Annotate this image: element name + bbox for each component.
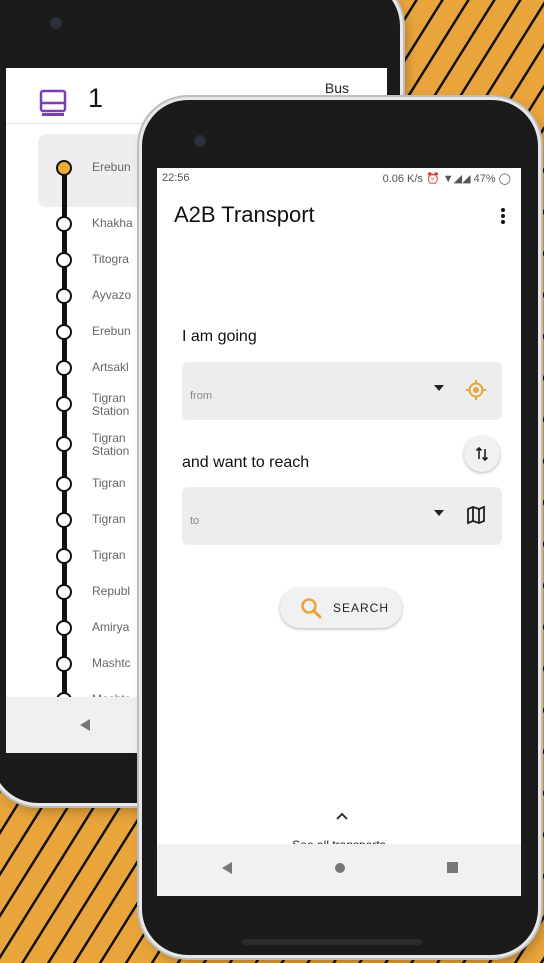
swap-button[interactable] [464, 436, 500, 472]
swap-vert-icon [475, 446, 489, 462]
search-label: SEARCH [333, 601, 390, 615]
route-number: 1 [88, 83, 104, 113]
status-time: 22:56 [162, 172, 190, 184]
search-button[interactable]: SEARCH [280, 588, 402, 628]
back-triangle-icon[interactable] [222, 862, 232, 874]
route-type-label: Bus [324, 80, 349, 96]
stop-dot [56, 620, 72, 636]
to-label: and want to reach [182, 454, 310, 471]
status-indicators: 0.06 K/s ⏰ ▼◢◢ 47% ◯ [382, 173, 511, 185]
map-icon[interactable] [464, 503, 488, 527]
to-placeholder: to [190, 515, 200, 527]
stop-dot [56, 396, 72, 412]
stop-dot [56, 548, 72, 564]
stop-dot [56, 288, 72, 304]
recents-square-icon[interactable] [447, 862, 458, 873]
navigation-bar [157, 844, 521, 896]
from-field[interactable]: from [182, 362, 502, 420]
stop-dot [56, 252, 72, 268]
to-field[interactable]: to [182, 487, 502, 545]
app-title: A2B Transport [174, 202, 315, 227]
dropdown-arrow-icon[interactable] [434, 385, 444, 393]
stop-dot [56, 160, 72, 176]
stop-dot [56, 436, 72, 452]
home-circle-icon[interactable] [334, 862, 346, 874]
chevron-up-icon[interactable] [335, 811, 349, 821]
dropdown-arrow-icon[interactable] [434, 510, 444, 518]
from-placeholder: from [190, 390, 212, 402]
stop-dot [56, 360, 72, 376]
bus-icon [39, 89, 67, 116]
stop-dot [56, 656, 72, 672]
search-screen: 22:56 0.06 K/s ⏰ ▼◢◢ 47% ◯ A2B Transport… [157, 168, 521, 896]
front-camera [194, 135, 206, 147]
stop-dot [56, 324, 72, 340]
front-camera [50, 17, 62, 29]
my-location-icon[interactable] [464, 378, 488, 402]
search-icon [301, 598, 322, 619]
front-phone: 22:56 0.06 K/s ⏰ ▼◢◢ 47% ◯ A2B Transport… [142, 100, 538, 955]
stop-dot [56, 512, 72, 528]
stop-dot [56, 216, 72, 232]
more-vert-icon[interactable] [493, 206, 513, 226]
from-label: I am going [182, 328, 257, 345]
bottom-speaker [242, 939, 422, 945]
status-bar: 22:56 0.06 K/s ⏰ ▼◢◢ 47% ◯ [157, 168, 521, 190]
back-triangle-icon[interactable] [80, 719, 90, 731]
stop-dot [56, 476, 72, 492]
stop-dot [56, 584, 72, 600]
